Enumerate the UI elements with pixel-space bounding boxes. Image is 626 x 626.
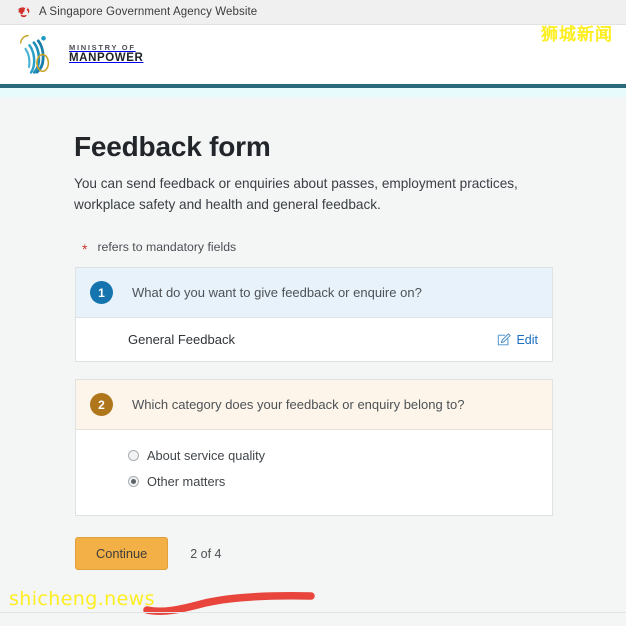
section-1-number-badge: 1 — [90, 281, 113, 305]
radio-option-about-service-quality[interactable]: About service quality — [128, 448, 538, 463]
government-banner-text: A Singapore Government Agency Website — [39, 6, 258, 18]
section-1-edit-label: Edit — [516, 332, 538, 347]
watermark-top-right: 狮城新闻 — [541, 25, 613, 45]
watermark-bottom-left: shicheng.news — [9, 588, 155, 610]
mom-logo-link[interactable]: MINISTRY OF MANPOWER — [17, 33, 143, 77]
masthead-cyan-band — [0, 88, 626, 97]
radio-label-other-matters: Other matters — [147, 474, 226, 490]
form-section-1: 1 What do you want to give feedback or e… — [75, 267, 553, 363]
radio-label-about-service-quality: About service quality — [147, 448, 266, 464]
section-1-header[interactable]: 1 What do you want to give feedback or e… — [76, 268, 552, 319]
step-counter: 2 of 4 — [190, 546, 222, 561]
government-banner: A Singapore Government Agency Website — [0, 0, 626, 25]
page-body: Feedback form You can send feedback or e… — [0, 97, 626, 626]
section-1-answer: General Feedback — [128, 332, 235, 348]
section-1-edit-link[interactable]: Edit — [497, 333, 538, 347]
form-actions: Continue 2 of 4 — [75, 537, 553, 571]
form-container: Feedback form You can send feedback or e… — [73, 97, 553, 571]
section-2-question: Which category does your feedback or enq… — [132, 397, 465, 413]
section-2-number-badge: 2 — [90, 393, 113, 417]
footer-divider — [0, 612, 626, 613]
pencil-edit-icon — [498, 333, 512, 346]
section-2-body: About service quality Other matters — [76, 430, 552, 516]
section-1-question: What do you want to give feedback or enq… — [132, 285, 422, 301]
section-1-body: General Feedback Edit — [76, 318, 552, 362]
radio-mark-checked-icon[interactable] — [128, 476, 139, 488]
radio-option-other-matters[interactable]: Other matters — [128, 474, 538, 489]
mandatory-fields-note: * refers to mandatory fields — [82, 240, 553, 258]
page-title: Feedback form — [74, 131, 271, 162]
mandatory-fields-label: refers to mandatory fields — [97, 240, 237, 255]
asterisk-icon: * — [82, 241, 88, 258]
page-intro: You can send feedback or enquiries about… — [74, 176, 518, 212]
form-section-2: 2 Which category does your feedback or e… — [75, 379, 553, 517]
logo-line-ministry: MINISTRY OF — [69, 43, 136, 53]
continue-button[interactable]: Continue — [75, 537, 169, 571]
ministry-of-manpower-logo — [19, 34, 50, 74]
logo-wordmark: MINISTRY OF MANPOWER — [69, 44, 143, 64]
section-2-header[interactable]: 2 Which category does your feedback or e… — [76, 380, 552, 431]
singapore-lion-icon — [18, 6, 30, 17]
radio-mark-unchecked-icon[interactable] — [128, 450, 139, 462]
logo-line-manpower: MANPOWER — [69, 52, 144, 65]
site-masthead: MINISTRY OF MANPOWER — [0, 25, 626, 84]
